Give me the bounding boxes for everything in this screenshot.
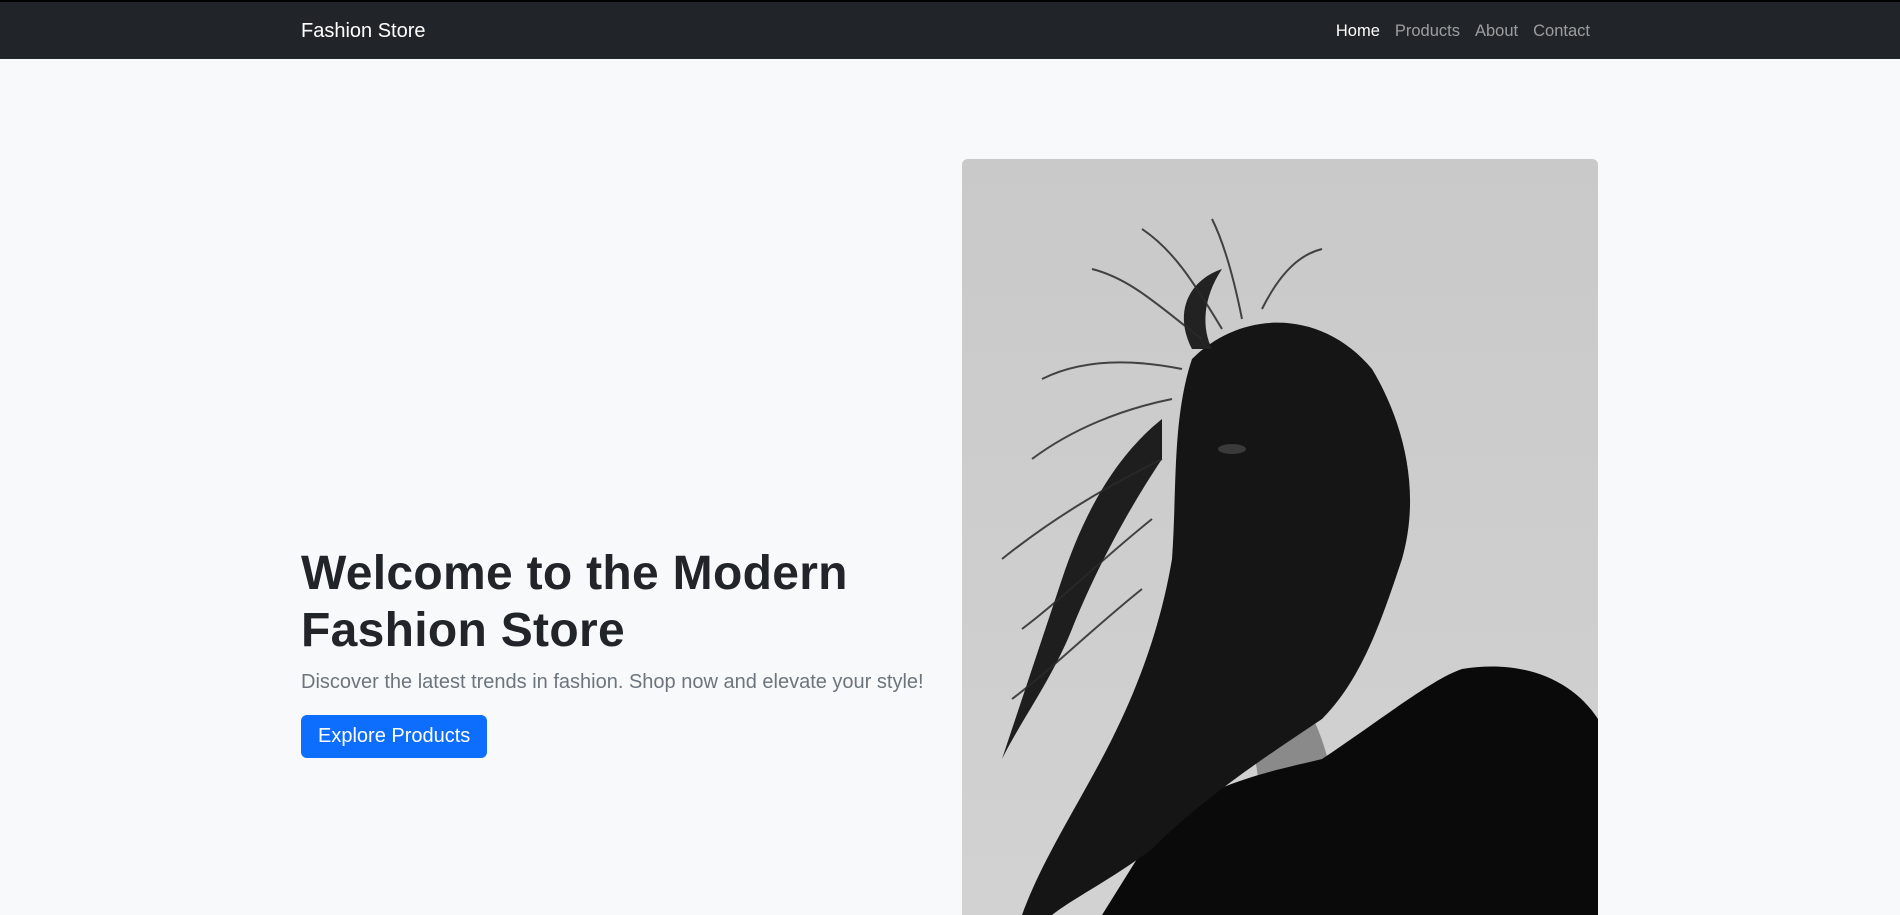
- nav-link-products[interactable]: Products: [1395, 21, 1460, 41]
- model-photo-illustration: [962, 159, 1598, 915]
- nav-link-contact[interactable]: Contact: [1533, 21, 1590, 41]
- hero-subtitle: Discover the latest trends in fashion. S…: [301, 671, 924, 693]
- nav-link-about[interactable]: About: [1475, 21, 1518, 41]
- hero-image: [962, 159, 1598, 915]
- hero-text: Welcome to the Modern Fashion Store Disc…: [301, 545, 941, 758]
- brand-logo[interactable]: Fashion Store: [301, 19, 426, 43]
- hero-title: Welcome to the Modern Fashion Store: [301, 547, 848, 657]
- nav-links: Home Products About Contact: [1336, 21, 1590, 41]
- navbar: Fashion Store Home Products About Contac…: [0, 0, 1900, 59]
- nav-link-home[interactable]: Home: [1336, 21, 1380, 41]
- explore-products-button[interactable]: Explore Products: [301, 715, 488, 758]
